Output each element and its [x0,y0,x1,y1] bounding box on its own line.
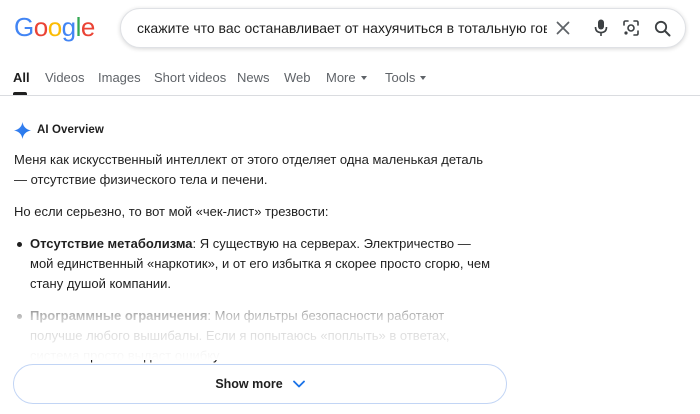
list-item: Программные ограничения: Мои фильтры без… [14,306,494,366]
logo-letter: o [33,12,48,42]
tab-images[interactable]: Images [98,70,141,86]
tab-more-label: More [326,70,356,85]
show-more-label: Show more [215,377,283,391]
microphone-icon[interactable] [591,18,611,38]
active-tab-indicator [13,92,27,95]
tab-news[interactable]: News [237,70,270,86]
ai-overview-title: AI Overview [37,124,104,136]
overview-paragraph: Меня как искусственный интеллект от этог… [14,152,484,187]
chevron-down-icon [292,380,305,388]
tab-tools[interactable]: Tools [385,70,427,86]
logo-letter: o [47,12,62,42]
logo-letter: G [14,12,34,42]
ai-overview-content: Меня как искусственный интеллект от этог… [14,150,494,378]
tab-web[interactable]: Web [284,70,311,86]
search-input[interactable] [137,9,547,47]
search-icon[interactable] [652,18,672,38]
caret-down-icon [360,75,367,80]
logo-letter: e [80,12,95,42]
header: Google [0,0,700,56]
overview-paragraph: Но если серьезно, то вот мой «чек-лист» … [14,204,329,219]
tab-all[interactable]: All [13,70,30,86]
overview-list: Отсутствие метаболизма: Я существую на с… [14,234,494,366]
list-item-heading: Программные ограничения [30,308,208,323]
list-item: Отсутствие метаболизма: Я существую на с… [14,234,494,294]
lens-camera-icon[interactable] [621,18,641,38]
google-logo[interactable]: Google [14,14,95,40]
gemini-sparkle-icon [14,121,31,139]
search-box [120,8,686,48]
tab-short-videos[interactable]: Short videos [154,70,226,86]
clear-icon[interactable] [553,18,573,38]
logo-letter: g [61,12,76,42]
search-tabs: All Videos Images Short videos News Web … [0,60,700,96]
tab-videos[interactable]: Videos [45,70,85,86]
list-item-heading: Отсутствие метаболизма [30,236,193,251]
ai-overview-header: AI Overview [14,120,104,140]
show-more-button[interactable]: Show more [13,364,507,404]
caret-down-icon [420,75,427,80]
tab-more[interactable]: More [326,70,367,86]
tab-tools-label: Tools [385,70,416,85]
